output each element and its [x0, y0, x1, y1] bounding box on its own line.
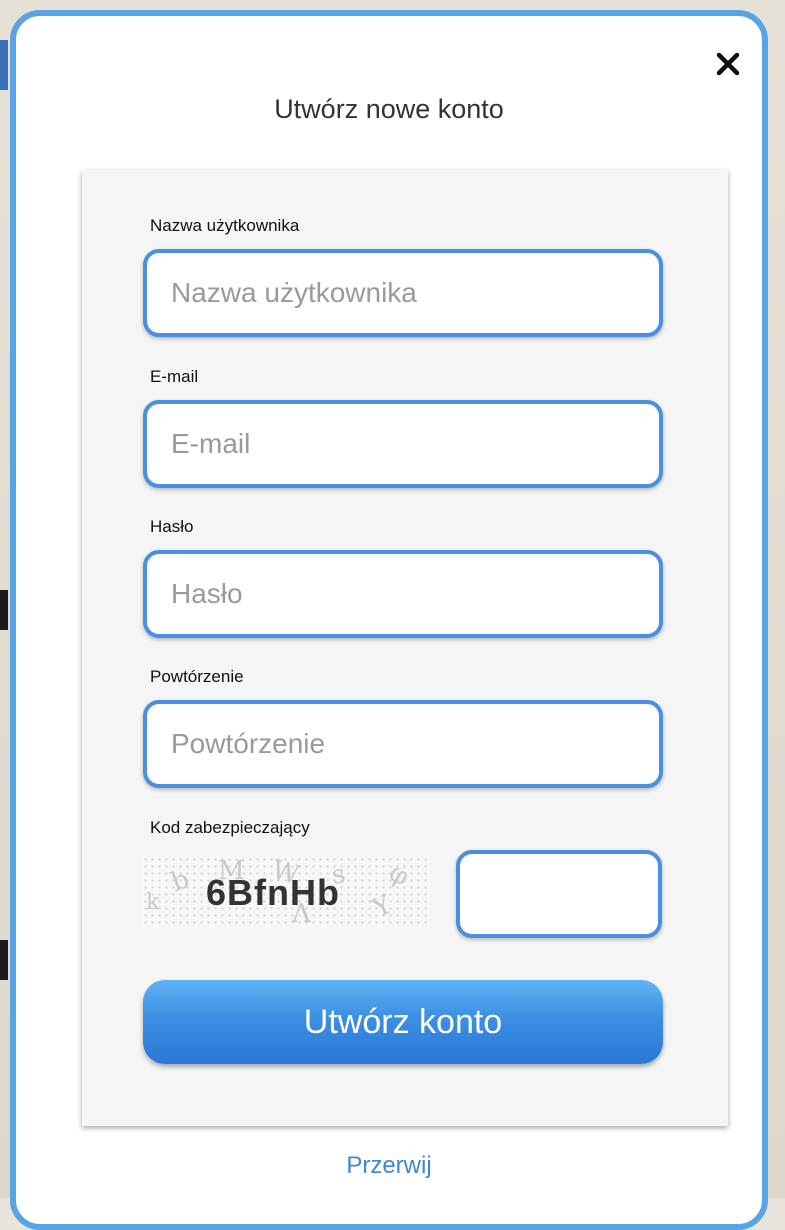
password-label: Hasło [150, 517, 194, 536]
captcha-noise: b [167, 864, 194, 898]
backdrop-edge [0, 590, 8, 630]
captcha-noise: k [146, 890, 160, 915]
captcha-input[interactable] [456, 850, 662, 938]
password-repeat-label: Powtórzenie [150, 667, 244, 686]
cancel-link[interactable]: Przerwij [16, 1152, 762, 1180]
captcha-noise: φ [383, 857, 415, 893]
registration-form: Nazwa użytkownika E-mail Hasło Powtórzen… [82, 170, 728, 1126]
captcha-label: Kod zabezpieczający [150, 818, 310, 837]
backdrop-edge [0, 40, 8, 90]
password-repeat-input[interactable] [143, 700, 663, 788]
email-label: E-mail [150, 367, 199, 386]
dialog-title: Utwórz nowe konto [274, 94, 504, 124]
captcha-noise: Y [368, 889, 397, 925]
close-icon [716, 52, 740, 76]
create-account-button[interactable]: Utwórz konto [143, 980, 663, 1064]
backdrop-edge [0, 940, 8, 980]
captcha-image: k b M W s φ Y V 6BfnHb [142, 856, 430, 928]
username-label: Nazwa użytkownika [150, 216, 300, 235]
captcha-code: 6BfnHb [206, 872, 340, 913]
create-account-dialog: Utwórz nowe konto Nazwa użytkownika E-ma… [10, 10, 768, 1230]
email-input[interactable] [143, 400, 663, 488]
close-button[interactable] [708, 44, 748, 84]
password-input[interactable] [143, 550, 663, 638]
username-input[interactable] [143, 249, 663, 337]
